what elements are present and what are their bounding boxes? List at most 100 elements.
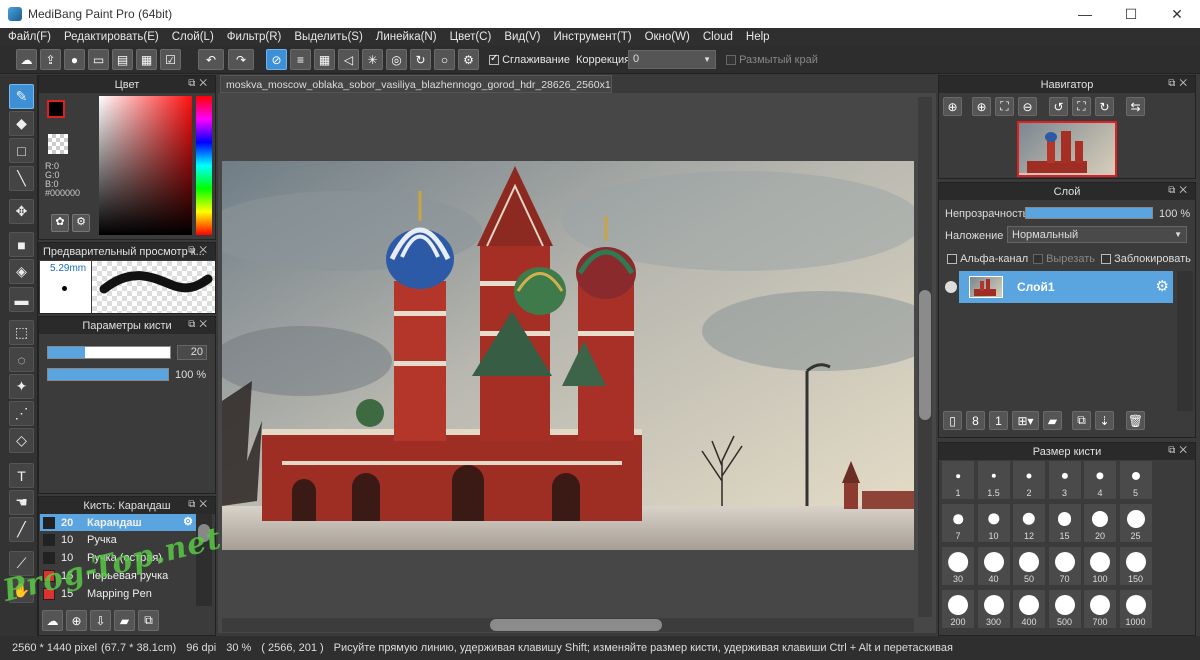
blur-edge-check-icon[interactable] [726, 55, 736, 66]
snap-off-icon[interactable]: ⊘ [266, 49, 287, 70]
brush-size-option[interactable]: 50 [1012, 546, 1046, 586]
ellipse-snap-icon[interactable]: ○ [434, 49, 455, 70]
brush-size-option[interactable]: 500 [1047, 589, 1082, 629]
menu-view[interactable]: Вид(V) [504, 31, 540, 43]
new-layer-8bit-icon[interactable]: 8 [966, 411, 985, 430]
panel-float-close-icon[interactable]: ⧉✕ [188, 319, 211, 330]
brush-size-option[interactable]: 30 [941, 546, 975, 586]
panel-float-close-icon[interactable]: ⧉✕ [1168, 78, 1191, 89]
transparent-swatch[interactable] [48, 134, 68, 154]
color-settings-icon[interactable]: ⚙ [72, 214, 90, 232]
brush-size-option[interactable]: 15 [1047, 503, 1082, 543]
menu-help[interactable]: Help [746, 31, 770, 43]
navigator-thumbnail[interactable] [1017, 121, 1117, 177]
layer-settings-icon[interactable]: ⚙ [1156, 277, 1169, 295]
select-eraser-icon[interactable]: ◇ [9, 428, 34, 453]
correction-select[interactable]: 0 ▼ [628, 50, 716, 69]
undo-icon[interactable]: ↶ [198, 49, 224, 70]
cloud-icon[interactable]: ☁ [16, 49, 37, 70]
add-layer-menu-icon[interactable]: ⊞▾ [1012, 411, 1039, 430]
panel-float-close-icon[interactable]: ⧉✕ [188, 499, 211, 510]
close-button[interactable]: ✕ [1154, 0, 1200, 28]
brush-size-option[interactable]: 400 [1012, 589, 1046, 629]
brush-size-option[interactable]: 300 [976, 589, 1011, 629]
palette-icon[interactable]: ✿ [51, 214, 69, 232]
brush-size-option[interactable]: 150 [1118, 546, 1153, 586]
radial-icon[interactable]: ✳ [362, 49, 383, 70]
grid-snap-icon[interactable]: ▦ [314, 49, 335, 70]
menu-window[interactable]: Окно(W) [645, 31, 690, 43]
document-tab[interactable]: moskva_moscow_oblaka_sobor_vasiliya_blaz… [220, 75, 612, 93]
brush-opacity-slider[interactable] [47, 368, 169, 381]
menu-edit[interactable]: Редактировать(E) [64, 31, 159, 43]
brush-size-option[interactable]: 7 [941, 503, 975, 543]
brush-size-option[interactable]: 10 [976, 503, 1011, 543]
grid-doc-icon[interactable]: ▦ [136, 49, 157, 70]
settings-icon[interactable]: ⚙ [458, 49, 479, 70]
duplicate-layer-icon[interactable]: ⧉ [1072, 411, 1091, 430]
magic-wand-icon[interactable]: ✦ [9, 374, 34, 399]
zoom-in-icon[interactable]: ⊕ [943, 97, 962, 116]
delete-layer-icon[interactable]: 🗑 [1126, 411, 1145, 430]
document-icon[interactable]: ▤ [112, 49, 133, 70]
brush-size-option[interactable]: 1000 [1118, 589, 1153, 629]
checklist-icon[interactable]: ☑ [160, 49, 181, 70]
brush-size-option[interactable]: 1.5 [976, 460, 1011, 500]
gradient-tool-icon[interactable]: ▬ [9, 287, 34, 312]
clip-check-icon[interactable] [1033, 254, 1043, 265]
zoom-in-icon[interactable]: ⊕ [972, 97, 991, 116]
brush-size-option[interactable]: 700 [1083, 589, 1117, 629]
brush-size-option[interactable]: 1 [941, 460, 975, 500]
brush-size-option[interactable]: 25 [1118, 503, 1153, 543]
vertical-scroll-thumb[interactable] [919, 290, 931, 420]
brush-size-option[interactable]: 100 [1083, 546, 1117, 586]
brush-size-option[interactable]: 200 [941, 589, 975, 629]
folder-icon[interactable]: ▰ [114, 610, 135, 631]
menu-layer[interactable]: Слой(L) [172, 31, 214, 43]
blend-mode-select[interactable]: Нормальный ▼ [1007, 226, 1187, 243]
brush-size-option[interactable]: 20 [1083, 503, 1117, 543]
bucket-tool-icon[interactable]: ◈ [9, 259, 34, 284]
brush-size-slider[interactable] [47, 346, 171, 359]
chat-icon[interactable]: ▭ [88, 49, 109, 70]
menu-cloud[interactable]: Cloud [703, 31, 733, 43]
lock-checkbox[interactable]: Заблокировать [1101, 253, 1191, 265]
foreground-color-swatch[interactable] [47, 100, 65, 118]
new-layer-1bit-icon[interactable]: 1 [989, 411, 1008, 430]
brush-size-option[interactable]: 40 [976, 546, 1011, 586]
color-sv-picker[interactable] [99, 96, 192, 235]
upload-icon[interactable]: ⇪ [40, 49, 61, 70]
hue-slider[interactable] [196, 96, 212, 235]
rotate-right-icon[interactable]: ↻ [1095, 97, 1114, 116]
brush-size-option[interactable]: 12 [1012, 503, 1046, 543]
menu-tool[interactable]: Инструмент(T) [553, 31, 631, 43]
merge-layer-icon[interactable]: ⇣ [1095, 411, 1114, 430]
layer-row[interactable]: Слой1 ⚙ [959, 271, 1173, 303]
horizontal-scroll-thumb[interactable] [490, 619, 662, 631]
layer-scrollbar[interactable] [1177, 271, 1193, 411]
brush-tool-icon[interactable]: ✎ [9, 84, 34, 109]
rectangle-tool-icon[interactable]: □ [9, 138, 34, 163]
layer-visibility-icon[interactable] [945, 281, 957, 293]
circle-snap-icon[interactable]: ◎ [386, 49, 407, 70]
alpha-checkbox[interactable]: Альфа-канал [947, 253, 1028, 265]
comment-icon[interactable]: ● [64, 49, 85, 70]
menu-file[interactable]: Файл(F) [8, 31, 51, 43]
brush-size-option[interactable]: 70 [1047, 546, 1082, 586]
add-brush-icon[interactable]: ⊕ [66, 610, 87, 631]
new-layer-icon[interactable]: ▯ [943, 411, 962, 430]
brush-size-option[interactable]: 3 [1047, 460, 1082, 500]
redo-icon[interactable]: ↷ [228, 49, 254, 70]
fill-shape-tool-icon[interactable]: ■ [9, 232, 34, 257]
flip-icon[interactable]: ⇆ [1126, 97, 1145, 116]
clip-checkbox[interactable]: Вырезать [1033, 253, 1095, 265]
brush-size-option[interactable]: 4 [1083, 460, 1117, 500]
fit-screen-icon[interactable]: ⛶ [995, 97, 1014, 116]
menu-ruler[interactable]: Линейка(N) [376, 31, 437, 43]
brush-cloud-icon[interactable]: ☁ [42, 610, 63, 631]
minimize-button[interactable]: — [1062, 0, 1108, 28]
dot-tool-icon[interactable]: ╲ [9, 166, 34, 191]
menu-filter[interactable]: Фильтр(R) [227, 31, 282, 43]
layer-folder-icon[interactable]: ▰ [1043, 411, 1062, 430]
menu-color[interactable]: Цвет(C) [450, 31, 492, 43]
